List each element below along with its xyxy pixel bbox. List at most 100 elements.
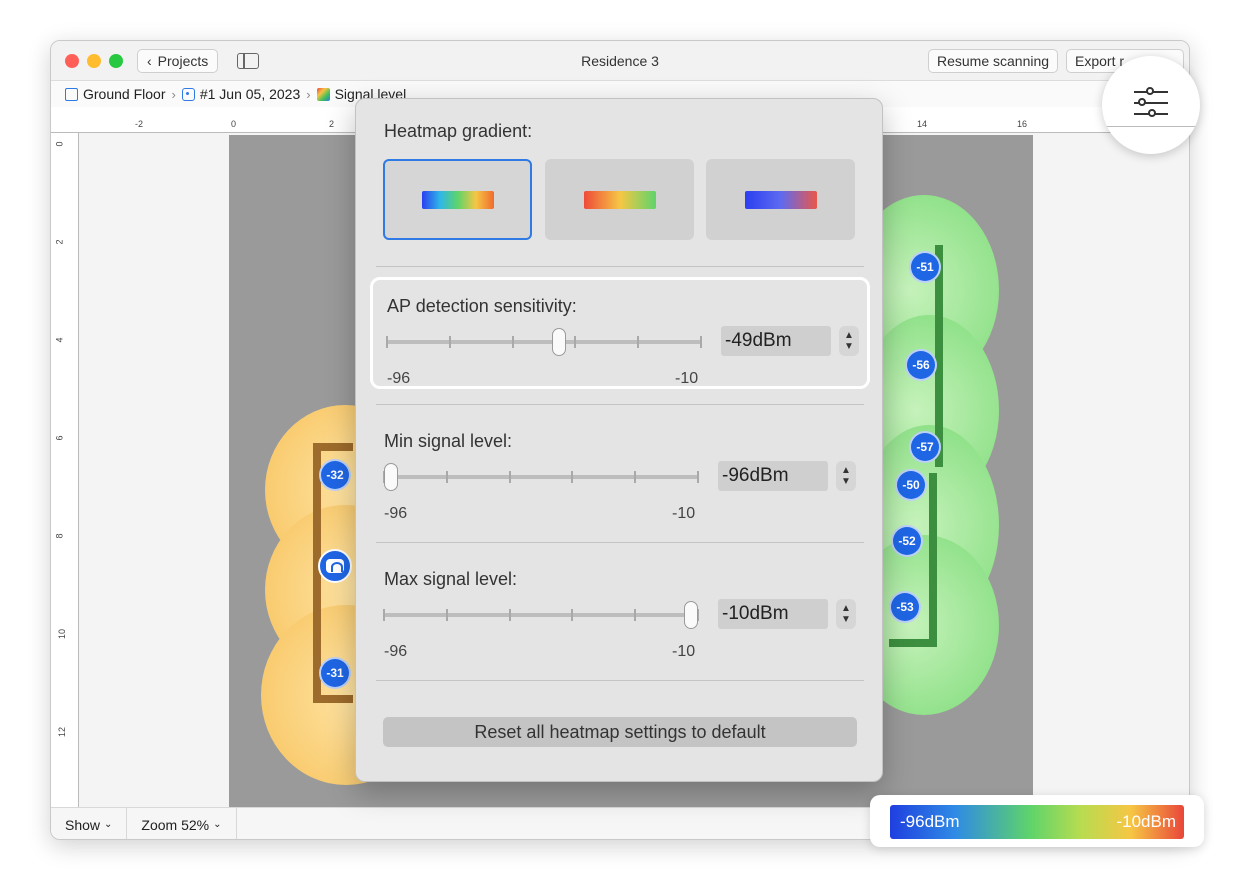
- min-signal-stepper[interactable]: ▲ ▼: [836, 461, 856, 491]
- ruler-tick-label: 4: [54, 337, 65, 343]
- ruler-tick-label: 8: [54, 533, 65, 539]
- slider-tick: [508, 471, 511, 483]
- chevron-down-icon[interactable]: ▼: [841, 476, 851, 487]
- slider-max-label: -10: [672, 505, 696, 522]
- min-signal-value-field[interactable]: -96dBm: [718, 461, 828, 491]
- slider-tick: [700, 336, 702, 348]
- ruler-tick-label: 10: [57, 628, 68, 640]
- heatmap-gradient-heading: Heatmap gradient:: [384, 121, 533, 141]
- slider-tick: [571, 471, 574, 483]
- ap-sensitivity-stepper[interactable]: ▲ ▼: [839, 326, 859, 356]
- slider-tick: [445, 609, 448, 621]
- heatmap-settings-magnifier: [1102, 56, 1200, 154]
- signal-marker[interactable]: -51: [909, 251, 941, 283]
- max-signal-slider-knob[interactable]: [684, 601, 698, 629]
- slider-tick: [634, 471, 637, 483]
- reset-heatmap-settings-button[interactable]: Reset all heatmap settings to default: [383, 717, 857, 747]
- chevron-down-icon: ⌄: [213, 819, 222, 830]
- slider-dot: [1146, 87, 1154, 95]
- gradient-option-3[interactable]: [706, 159, 855, 240]
- wall: [313, 695, 353, 703]
- scan-icon: [181, 87, 195, 101]
- ap-sensitivity-section: AP detection sensitivity: -96 -10 -49dBm…: [370, 277, 870, 389]
- ruler-tick-label: 0: [231, 119, 237, 129]
- legend-max-label: -10dBm: [1116, 812, 1176, 831]
- chevron-down-icon[interactable]: ▼: [841, 614, 851, 625]
- gradient-option-2[interactable]: [545, 159, 694, 240]
- zoom-menu-button[interactable]: Zoom 52% ⌄: [127, 808, 237, 839]
- min-signal-slider-knob[interactable]: [384, 463, 398, 491]
- chevron-right-icon: ›: [171, 86, 176, 102]
- chevron-up-icon[interactable]: ▲: [841, 465, 851, 476]
- min-signal-label: Min signal level:: [384, 431, 513, 451]
- ap-sensitivity-slider[interactable]: [387, 340, 701, 344]
- divider: [376, 542, 864, 543]
- resume-scanning-button[interactable]: Resume scanning: [928, 49, 1059, 73]
- signal-marker[interactable]: -31: [319, 657, 351, 689]
- divider: [376, 680, 864, 681]
- max-signal-section: Max signal level: -96 -10 -10dBm ▲ ▼: [370, 553, 870, 665]
- ap-sensitivity-slider-knob[interactable]: [552, 328, 566, 356]
- ruler-tick-label: 12: [57, 726, 68, 738]
- signal-marker[interactable]: -52: [891, 525, 923, 557]
- signal-marker[interactable]: -56: [905, 349, 937, 381]
- legend-min-label: -96dBm: [900, 812, 960, 831]
- ruler-tick-label: 0: [54, 141, 65, 147]
- ap-sensitivity-label: AP detection sensitivity:: [387, 296, 577, 316]
- title-bar: ‹ Projects Residence 3 Resume scanning E…: [51, 41, 1189, 81]
- chevron-right-icon: ›: [306, 86, 311, 102]
- zoom-menu-label: Zoom 52%: [141, 816, 210, 833]
- gradient-swatch: [744, 190, 817, 209]
- gradient-swatch: [583, 190, 656, 209]
- ruler-left: 0 2 4 6 8 10 12: [51, 133, 79, 807]
- slider-min-label: -96: [384, 505, 408, 522]
- slider-tick: [445, 471, 448, 483]
- min-signal-section: Min signal level: -96 -10 -96dBm ▲ ▼: [370, 415, 870, 527]
- gradient-option-1[interactable]: [383, 159, 532, 240]
- breadcrumb-floor-label: Ground Floor: [83, 86, 166, 102]
- breadcrumb-scan-label: #1 Jun 05, 2023: [199, 86, 301, 102]
- min-signal-slider[interactable]: [384, 475, 698, 479]
- chevron-down-icon: ⌄: [104, 819, 113, 830]
- slider-max-label: -10: [672, 643, 696, 660]
- slider-tick: [448, 336, 451, 348]
- chevron-up-icon[interactable]: ▲: [841, 603, 851, 614]
- wall: [889, 639, 937, 647]
- breadcrumb-scan[interactable]: #1 Jun 05, 2023: [181, 86, 301, 102]
- signal-marker[interactable]: -32: [319, 459, 351, 491]
- slider-min-label: -96: [387, 370, 411, 387]
- slider-min-label: -96: [384, 643, 408, 660]
- wifi-access-point-icon[interactable]: [318, 549, 352, 583]
- slider-tick: [386, 336, 388, 348]
- sliders-icon[interactable]: [1134, 87, 1168, 118]
- chevron-down-icon[interactable]: ▼: [844, 341, 854, 352]
- max-signal-label: Max signal level:: [384, 569, 518, 589]
- divider: [376, 266, 864, 267]
- slider-tick: [637, 336, 640, 348]
- signal-marker[interactable]: -53: [889, 591, 921, 623]
- ruler-tick-label: 6: [54, 435, 65, 441]
- ap-sensitivity-value-field[interactable]: -49dBm: [721, 326, 831, 356]
- divider: [376, 404, 864, 405]
- ruler-top: [1102, 126, 1200, 154]
- signal-legend: -96dBm -10dBm: [870, 795, 1204, 847]
- floor-plan-icon: [65, 87, 78, 101]
- slider-tick: [697, 471, 699, 483]
- slider-tick: [634, 609, 637, 621]
- show-menu-label: Show: [65, 816, 101, 833]
- signal-marker[interactable]: -50: [895, 469, 927, 501]
- slider-tick: [571, 609, 574, 621]
- ruler-tick-label: 2: [54, 239, 65, 245]
- signal-marker[interactable]: -57: [909, 431, 941, 463]
- heatmap-settings-popover: Heatmap gradient: AP detection sensitivi…: [355, 98, 883, 782]
- max-signal-slider[interactable]: [384, 613, 698, 617]
- ruler-tick-label: -2: [135, 119, 144, 129]
- max-signal-value-field[interactable]: -10dBm: [718, 599, 828, 629]
- chevron-up-icon[interactable]: ▲: [844, 330, 854, 341]
- show-menu-button[interactable]: Show ⌄: [51, 808, 128, 839]
- gradient-swatch: [421, 190, 494, 209]
- ruler-tick-label: 2: [329, 119, 335, 129]
- breadcrumb-floor[interactable]: Ground Floor: [65, 86, 165, 102]
- max-signal-stepper[interactable]: ▲ ▼: [836, 599, 856, 629]
- ruler-tick-label: 16: [1017, 119, 1028, 129]
